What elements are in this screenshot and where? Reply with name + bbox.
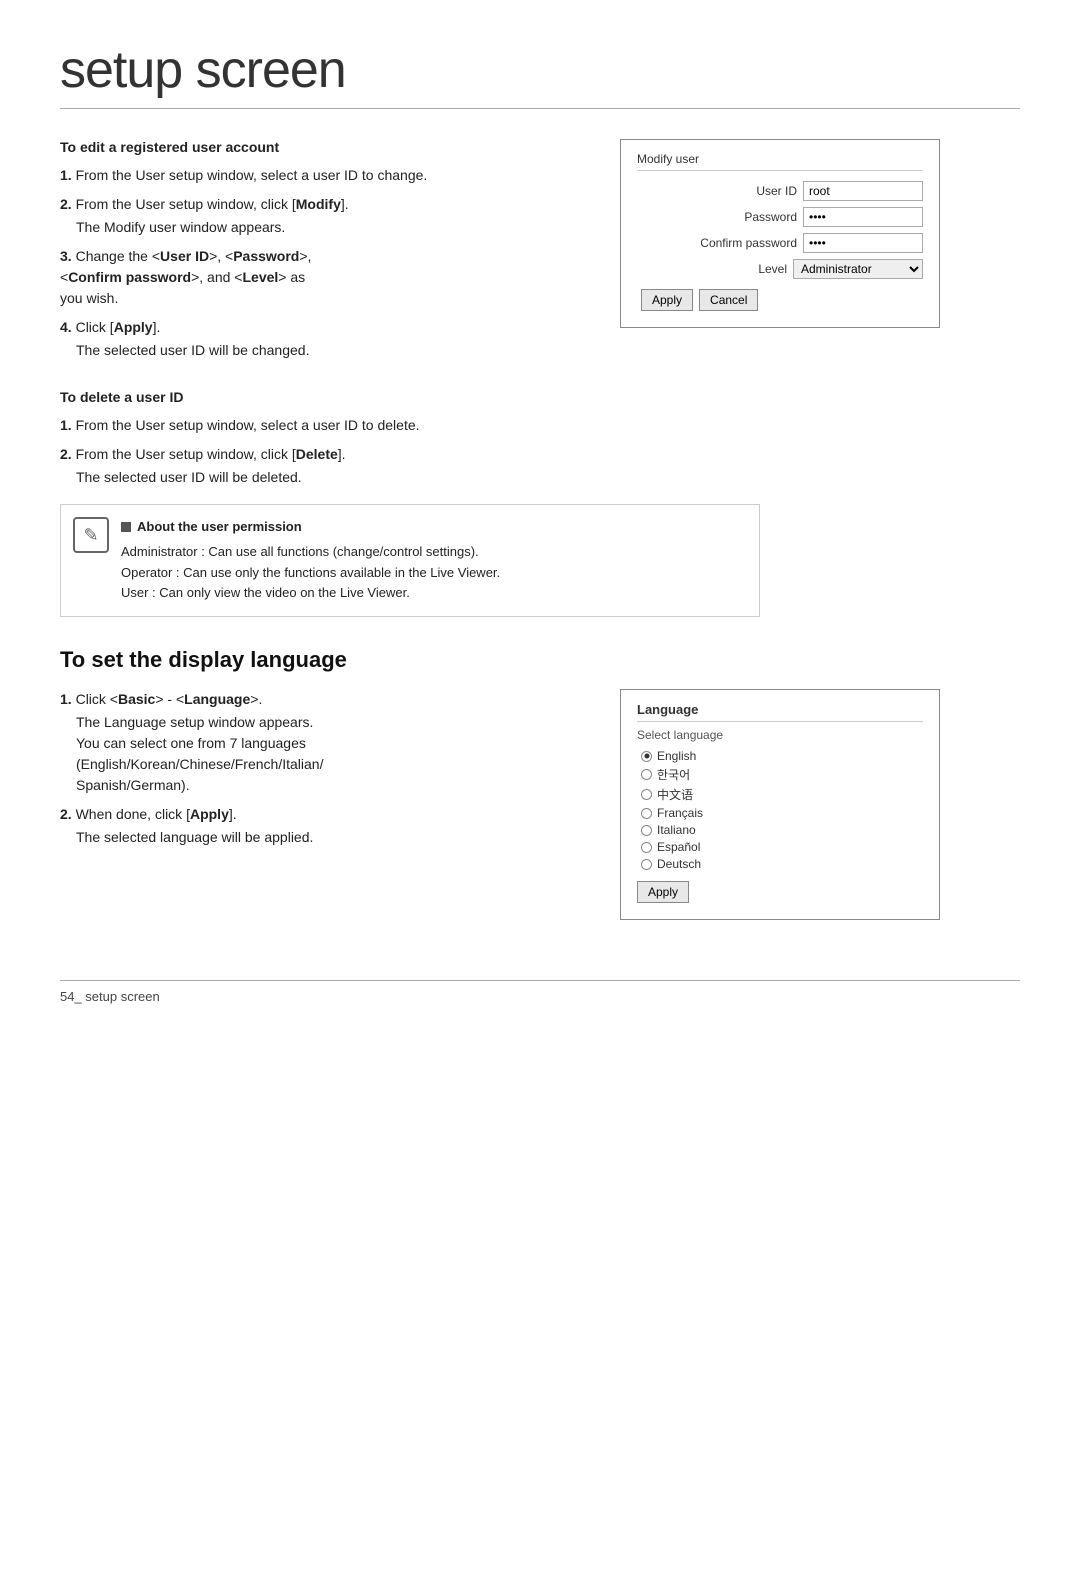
edit-step-1: From the User setup window, select a use… xyxy=(60,165,580,186)
edit-step-3: Change the <User ID>, <Password>, <Confi… xyxy=(60,246,580,309)
note-title-square xyxy=(121,522,131,532)
language-box-title: Language xyxy=(637,702,923,722)
lang-step-2: When done, click [Apply]. The selected l… xyxy=(60,804,580,848)
radio-french xyxy=(641,808,652,819)
page-title: setup screen xyxy=(60,40,1020,109)
confirm-password-input[interactable] xyxy=(803,233,923,253)
delete-step-1: From the User setup window, select a use… xyxy=(60,415,1020,436)
radio-german xyxy=(641,859,652,870)
note-line-1: Administrator : Can use all functions (c… xyxy=(121,542,500,563)
radio-korean xyxy=(641,769,652,780)
lang-option-german[interactable]: Deutsch xyxy=(641,857,923,871)
radio-spanish xyxy=(641,842,652,853)
modify-user-box-title: Modify user xyxy=(637,152,923,171)
password-input[interactable] xyxy=(803,207,923,227)
lang-option-korean[interactable]: 한국어 xyxy=(641,766,923,783)
level-label: Level xyxy=(667,262,787,276)
lang-option-english[interactable]: English xyxy=(641,749,923,763)
password-label: Password xyxy=(677,210,797,224)
apply-button[interactable]: Apply xyxy=(641,289,693,311)
lang-option-italian[interactable]: Italiano xyxy=(641,823,923,837)
edit-step-4: Click [Apply]. The selected user ID will… xyxy=(60,317,580,361)
lang-option-chinese[interactable]: 中文语 xyxy=(641,786,923,803)
user-id-input[interactable] xyxy=(803,181,923,201)
lang-option-french[interactable]: Français xyxy=(641,806,923,820)
footer: 54_ setup screen xyxy=(60,980,1020,1004)
note-title-text: About the user permission xyxy=(137,517,302,538)
user-id-label: User ID xyxy=(677,184,797,198)
lang-option-spanish[interactable]: Español xyxy=(641,840,923,854)
radio-chinese xyxy=(641,789,652,800)
language-section-title: To set the display language xyxy=(60,647,1020,673)
language-main-section: To set the display language Click <Basic… xyxy=(60,647,1020,920)
note-box: ✎ About the user permission Administrato… xyxy=(60,504,760,617)
note-line-2: Operator : Can use only the functions av… xyxy=(121,563,500,584)
delete-user-heading: To delete a user ID xyxy=(60,389,1020,405)
edit-user-heading: To edit a registered user account xyxy=(60,139,580,155)
language-apply-button[interactable]: Apply xyxy=(637,881,689,903)
language-group-label: Select language xyxy=(637,728,923,742)
delete-step-2: From the User setup window, click [Delet… xyxy=(60,444,1020,488)
radio-english xyxy=(641,751,652,762)
cancel-button[interactable]: Cancel xyxy=(699,289,758,311)
modify-user-box: Modify user User ID Password Confirm pas… xyxy=(620,139,940,328)
footer-text: 54_ setup screen xyxy=(60,989,160,1004)
level-select[interactable]: Administrator Operator User xyxy=(793,259,923,279)
note-content: About the user permission Administrator … xyxy=(121,517,500,604)
lang-step-1: Click <Basic> - <Language>. The Language… xyxy=(60,689,580,796)
confirm-password-label: Confirm password xyxy=(677,236,797,250)
note-line-3: User : Can only view the video on the Li… xyxy=(121,583,500,604)
language-radio-list: English 한국어 中文语 Français xyxy=(637,747,923,871)
language-box: Language Select language English 한국어 中文语 xyxy=(620,689,940,920)
edit-step-2: From the User setup window, click [Modif… xyxy=(60,194,580,238)
note-icon: ✎ xyxy=(73,517,109,553)
radio-italian xyxy=(641,825,652,836)
